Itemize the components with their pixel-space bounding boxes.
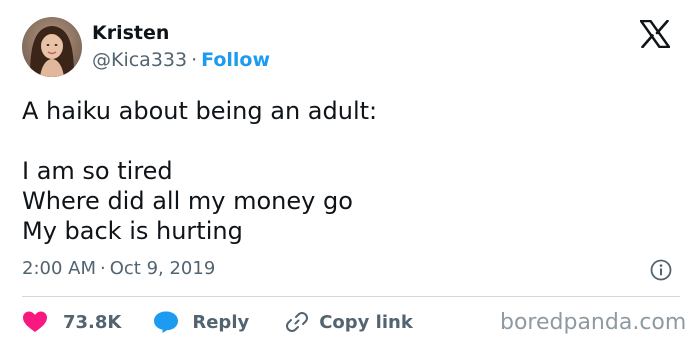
action-bar: 73.8K Reply Copy link — [22, 310, 413, 334]
follow-button[interactable]: Follow — [201, 49, 270, 71]
profile-photo — [22, 17, 82, 77]
tweet-time: 2:00 AM — [22, 258, 96, 279]
divider — [22, 296, 680, 297]
handle-separator: · — [191, 49, 198, 71]
heart-icon — [23, 311, 47, 332]
tweet-timestamp[interactable]: 2:00 AM · Oct 9, 2019 — [22, 258, 215, 280]
like-button[interactable]: 73.8K — [22, 310, 121, 334]
reply-label: Reply — [192, 311, 250, 333]
tweet-line-haiku-3: My back is hurting — [22, 217, 243, 245]
like-count: 73.8K — [63, 311, 122, 333]
reply-bubble-icon — [154, 311, 179, 333]
avatar[interactable] — [22, 17, 82, 77]
tweet-line-haiku-2: Where did all my money go — [22, 187, 353, 215]
reply-button[interactable]: Reply — [153, 310, 249, 334]
author-handle[interactable]: @Kica333 — [92, 49, 187, 71]
tweet-line-haiku-1: I am so tired — [22, 157, 173, 185]
author-handle-row: @Kica333 · Follow — [92, 49, 270, 71]
watermark: boredpanda.com — [500, 310, 687, 335]
x-logo-icon[interactable] — [639, 19, 671, 49]
copy-link-button[interactable]: Copy link — [285, 310, 413, 334]
copy-link-label: Copy link — [319, 311, 413, 333]
author-name[interactable]: Kristen — [92, 22, 169, 44]
timestamp-separator: · — [100, 258, 106, 279]
link-icon — [286, 312, 309, 332]
info-icon[interactable] — [650, 259, 672, 281]
tweet-text: A haiku about being an adult: I am so ti… — [22, 96, 672, 246]
tweet-date: Oct 9, 2019 — [109, 258, 216, 279]
tweet-line-intro: A haiku about being an adult: — [22, 97, 378, 125]
